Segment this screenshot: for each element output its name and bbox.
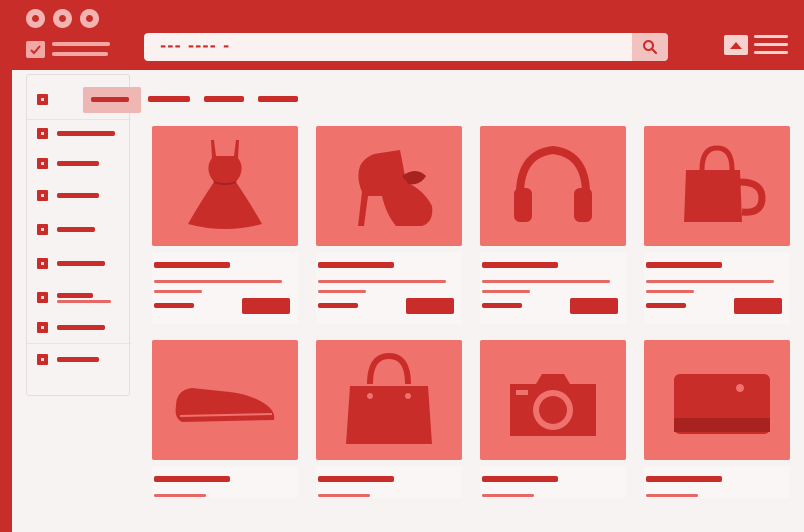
handbag-icon bbox=[346, 352, 432, 444]
product-description bbox=[318, 494, 370, 497]
product-description bbox=[154, 290, 202, 293]
sidebar-item-3[interactable] bbox=[33, 151, 127, 177]
checkbox-icon[interactable] bbox=[37, 128, 48, 139]
product-description bbox=[482, 290, 530, 293]
checkbox-icon[interactable] bbox=[37, 354, 48, 365]
checkbox-icon[interactable] bbox=[37, 292, 48, 303]
sidebar-item-6[interactable] bbox=[33, 251, 127, 277]
product-title bbox=[318, 262, 394, 268]
product-price bbox=[646, 303, 686, 308]
sidebar-item-sublabel bbox=[57, 300, 111, 303]
product-description bbox=[482, 494, 534, 497]
product-info bbox=[152, 466, 298, 498]
minimize-icon[interactable] bbox=[53, 9, 72, 28]
product-title bbox=[318, 476, 394, 482]
product-info bbox=[316, 252, 462, 324]
product-info bbox=[316, 466, 462, 498]
logo-text bbox=[52, 42, 110, 46]
checkbox-icon[interactable] bbox=[37, 258, 48, 269]
product-description bbox=[318, 280, 446, 283]
divider bbox=[27, 119, 131, 120]
search-icon bbox=[643, 40, 658, 55]
product-image[interactable] bbox=[644, 126, 790, 246]
tab-1[interactable] bbox=[148, 96, 190, 102]
shoe-icon bbox=[175, 388, 275, 422]
product-image[interactable] bbox=[316, 126, 462, 246]
product-description bbox=[646, 494, 698, 497]
product-info bbox=[480, 466, 626, 498]
product-title bbox=[154, 262, 230, 268]
sidebar-item-label bbox=[57, 193, 99, 198]
checkbox-icon[interactable] bbox=[37, 94, 48, 105]
camera-icon bbox=[510, 374, 596, 436]
checkbox-icon[interactable] bbox=[37, 224, 48, 235]
add-to-cart-button[interactable] bbox=[242, 298, 290, 314]
tab-3[interactable] bbox=[258, 96, 298, 102]
checkbox-icon[interactable] bbox=[37, 322, 48, 333]
search-button[interactable] bbox=[632, 33, 668, 61]
sidebar-item-2[interactable] bbox=[33, 121, 127, 147]
sidebar-item-9[interactable] bbox=[33, 347, 127, 373]
sidebar-item-label bbox=[57, 261, 105, 266]
dress-icon bbox=[188, 140, 262, 229]
product-image[interactable] bbox=[480, 340, 626, 460]
add-to-cart-button[interactable] bbox=[734, 298, 782, 314]
headphones-icon bbox=[514, 145, 592, 222]
category-sidebar bbox=[26, 74, 141, 396]
product-image[interactable] bbox=[316, 340, 462, 460]
sidebar-item-label bbox=[57, 131, 115, 136]
product-description bbox=[154, 494, 206, 497]
sidebar-item-8[interactable] bbox=[33, 315, 127, 341]
sidebar-item-7[interactable] bbox=[33, 285, 127, 311]
logo-icon[interactable] bbox=[26, 41, 45, 58]
sidebar-item-label bbox=[57, 357, 99, 362]
image-icon[interactable] bbox=[724, 35, 748, 55]
add-to-cart-button[interactable] bbox=[406, 298, 454, 314]
tab-2[interactable] bbox=[204, 96, 244, 102]
product-title bbox=[646, 476, 722, 482]
sidebar-item-label bbox=[57, 325, 105, 330]
product-description bbox=[154, 280, 282, 283]
maximize-icon[interactable] bbox=[80, 9, 99, 28]
boot-icon bbox=[358, 150, 433, 226]
search-bar[interactable]: --- ---- - bbox=[144, 33, 668, 61]
search-input[interactable]: --- ---- - bbox=[160, 37, 230, 55]
product-info bbox=[152, 252, 298, 324]
product-price bbox=[482, 303, 522, 308]
product-info bbox=[480, 252, 626, 324]
add-to-cart-button[interactable] bbox=[570, 298, 618, 314]
product-description bbox=[646, 280, 774, 283]
product-description bbox=[318, 290, 366, 293]
sidebar-item-1[interactable] bbox=[33, 87, 141, 113]
logo-subtext bbox=[52, 52, 108, 56]
product-image[interactable] bbox=[152, 340, 298, 460]
close-icon[interactable] bbox=[26, 9, 45, 28]
product-title bbox=[646, 262, 722, 268]
sidebar-item-4[interactable] bbox=[33, 183, 127, 209]
product-info bbox=[644, 252, 790, 324]
hamburger-menu-icon[interactable] bbox=[754, 35, 788, 55]
product-description bbox=[646, 290, 694, 293]
product-title bbox=[482, 262, 558, 268]
product-title bbox=[482, 476, 558, 482]
product-description bbox=[482, 280, 610, 283]
checkbox-icon[interactable] bbox=[37, 190, 48, 201]
product-title bbox=[154, 476, 230, 482]
wallet-icon bbox=[674, 374, 770, 434]
sidebar-item-label bbox=[91, 97, 129, 102]
product-price bbox=[154, 303, 194, 308]
sidebar-item-5[interactable] bbox=[33, 217, 127, 243]
sidebar-item-label bbox=[57, 227, 95, 232]
checkbox-icon[interactable] bbox=[37, 158, 48, 169]
product-image[interactable] bbox=[152, 126, 298, 246]
sidebar-item-label bbox=[57, 161, 99, 166]
product-image[interactable] bbox=[480, 126, 626, 246]
sidebar-item-label bbox=[57, 293, 93, 298]
product-image[interactable] bbox=[644, 340, 790, 460]
product-info bbox=[644, 466, 790, 498]
product-price bbox=[318, 303, 358, 308]
divider bbox=[27, 343, 131, 344]
mug-bag-icon bbox=[684, 145, 766, 222]
